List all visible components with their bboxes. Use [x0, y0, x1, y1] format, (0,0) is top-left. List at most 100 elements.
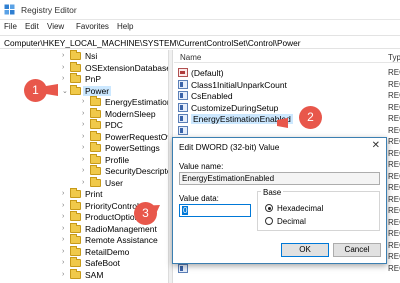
value-type: REG — [388, 229, 400, 238]
chevron-right-icon[interactable]: › — [62, 52, 64, 59]
window-title: Registry Editor — [21, 5, 77, 15]
folder-icon — [70, 199, 81, 210]
menu-file[interactable]: File — [4, 22, 17, 31]
value-name: EnergyEstimationEnabled — [191, 114, 293, 124]
address-path[interactable]: Computer\HKEY_LOCAL_MACHINE\SYSTEM\Curre… — [4, 38, 301, 48]
tree-item-label: PriorityControl — [85, 200, 139, 211]
chevron-right-icon[interactable]: › — [82, 133, 84, 140]
close-icon[interactable]: ✕ — [372, 140, 380, 151]
tree-item-label: PnP — [85, 74, 102, 84]
hexadecimal-radio[interactable] — [265, 204, 273, 212]
value-name-field[interactable]: EnergyEstimationEnabled — [179, 172, 380, 185]
menu-view[interactable]: View — [47, 22, 64, 31]
folder-icon — [70, 257, 81, 267]
chevron-right-icon[interactable]: › — [62, 259, 64, 266]
value-type: REG — [388, 148, 400, 158]
value-type: REG — [388, 263, 400, 273]
chevron-right-icon[interactable]: › — [62, 75, 64, 82]
callout-1: 1 — [24, 79, 47, 102]
chevron-right-icon[interactable]: › — [62, 236, 64, 243]
chevron-right-icon[interactable]: › — [62, 225, 64, 232]
folder-icon — [90, 107, 101, 118]
chevron-right-icon[interactable]: › — [82, 179, 84, 186]
tree-item-label: SafeBoot — [85, 258, 120, 268]
chevron-right-icon[interactable]: › — [82, 156, 84, 163]
chevron-down-icon[interactable]: ⌄ — [62, 87, 68, 95]
dword-value-icon — [178, 114, 188, 123]
value-type: REG — [388, 252, 400, 261]
column-type[interactable]: Typ — [388, 53, 400, 62]
menu-bar: File Edit View Favorites Help — [0, 20, 400, 35]
folder-icon — [70, 84, 81, 95]
address-bar[interactable]: Computer\HKEY_LOCAL_MACHINE\SYSTEM\Curre… — [0, 35, 400, 49]
value-name-label: Value name: — [179, 162, 224, 171]
edit-dword-dialog: Edit DWORD (32-bit) Value ✕ Value name: … — [172, 137, 387, 264]
tree-item-label: Remote Assistance — [85, 235, 158, 245]
decimal-label[interactable]: Decimal — [277, 217, 306, 226]
folder-icon — [90, 176, 101, 187]
menu-help[interactable]: Help — [117, 22, 133, 31]
folder-icon — [70, 222, 81, 233]
chevron-right-icon[interactable]: › — [82, 110, 84, 117]
chevron-right-icon[interactable]: › — [62, 190, 64, 197]
dword-value-icon — [178, 91, 188, 100]
tree-item-label: Power — [83, 85, 112, 96]
chevron-right-icon[interactable]: › — [62, 202, 64, 209]
tree-item-label: Profile — [105, 154, 130, 165]
value-type: REG — [388, 79, 400, 89]
folder-icon — [70, 50, 81, 60]
registry-editor-icon — [4, 4, 15, 15]
value-type: REG — [388, 194, 400, 204]
folder-icon — [70, 234, 81, 244]
chevron-right-icon[interactable]: › — [82, 121, 84, 128]
cancel-button[interactable]: Cancel — [333, 243, 381, 257]
folder-icon — [90, 119, 101, 129]
tree-item-label: EnergyEstimation — [105, 97, 168, 107]
value-type: REG — [388, 114, 400, 123]
chevron-right-icon[interactable]: › — [82, 167, 84, 174]
folder-icon — [70, 211, 81, 221]
callout-3: 3 — [134, 202, 157, 225]
tree-item-label: OSExtensionDatabase — [85, 62, 168, 73]
chevron-right-icon[interactable]: › — [62, 271, 64, 278]
folder-icon — [70, 73, 81, 83]
tree-item-label: PDC — [105, 120, 123, 130]
chevron-right-icon[interactable]: › — [62, 248, 64, 255]
folder-icon — [90, 153, 101, 164]
value-name: Class1InitialUnparkCount — [191, 79, 287, 90]
value-type: REG — [388, 125, 400, 135]
dword-value-icon — [178, 79, 188, 89]
folder-icon — [70, 61, 81, 72]
tree-item-label: SAM — [85, 269, 104, 280]
chevron-right-icon[interactable]: › — [82, 98, 84, 105]
folder-icon — [70, 268, 81, 279]
tree-item-label: RadioManagement — [85, 223, 157, 234]
value-data-field[interactable]: 0 — [179, 204, 251, 217]
value-type: REG — [388, 240, 400, 250]
menu-favorites[interactable]: Favorites — [76, 22, 109, 31]
value-type: REG — [388, 91, 400, 100]
folder-icon — [90, 130, 101, 141]
folder-icon — [90, 165, 101, 175]
decimal-radio[interactable] — [265, 217, 273, 225]
value-type: REG — [388, 102, 400, 112]
dialog-title: Edit DWORD (32-bit) Value — [179, 142, 280, 152]
folder-icon — [90, 142, 101, 152]
value-name: CsEnabled — [191, 91, 233, 101]
base-label: Base — [261, 188, 284, 197]
tree-item-label: Nsi — [85, 51, 98, 61]
value-type: REG — [388, 68, 400, 77]
chevron-right-icon[interactable]: › — [62, 213, 64, 220]
value-name: (Default) — [191, 68, 224, 78]
callout-2: 2 — [299, 106, 322, 129]
chevron-right-icon[interactable]: › — [62, 64, 64, 71]
menu-edit[interactable]: Edit — [25, 22, 39, 31]
column-name[interactable]: Name — [180, 53, 201, 62]
ok-button[interactable]: OK — [281, 243, 329, 257]
string-value-icon — [178, 68, 188, 77]
chevron-right-icon[interactable]: › — [82, 144, 84, 151]
hexadecimal-label[interactable]: Hexadecimal — [277, 204, 323, 213]
folder-icon — [70, 188, 81, 198]
value-name: CustomizeDuringSetup — [191, 102, 279, 113]
dialog-title-bar[interactable]: Edit DWORD (32-bit) Value ✕ — [173, 138, 386, 155]
